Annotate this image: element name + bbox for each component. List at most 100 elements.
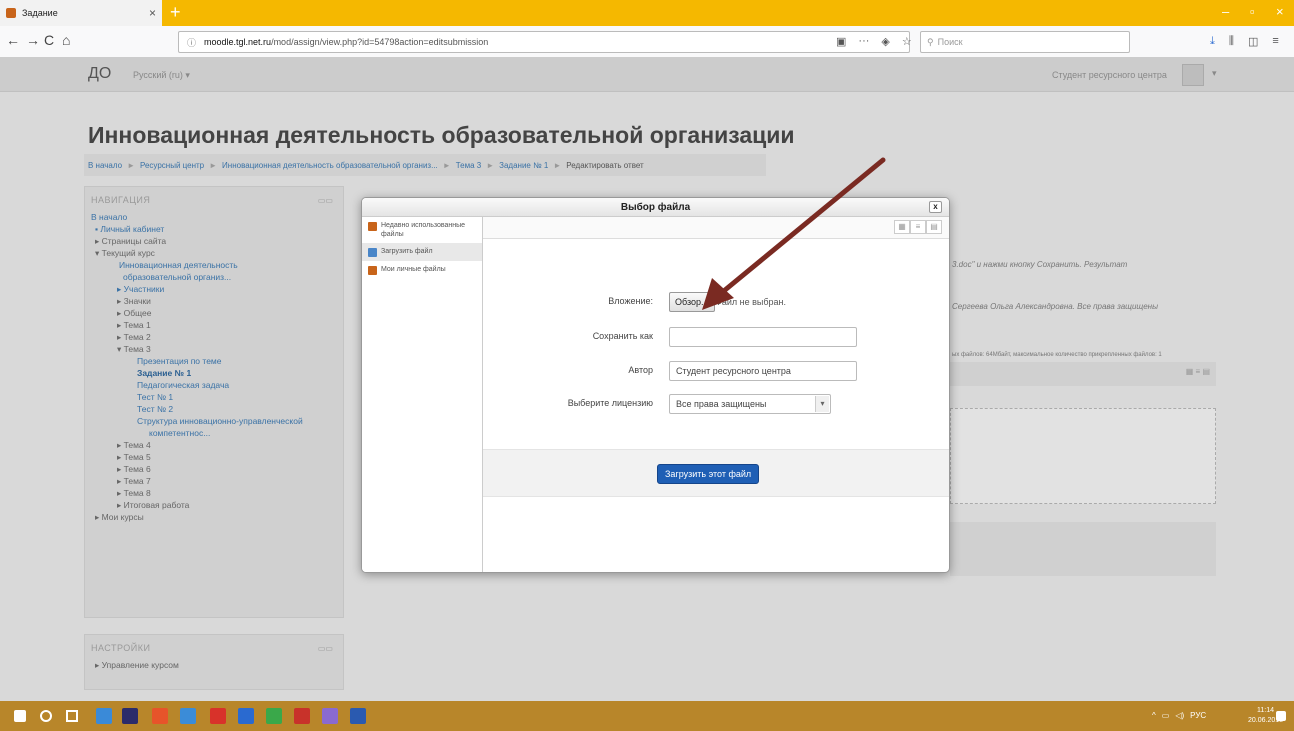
breadcrumb-item[interactable]: В начало [88, 161, 122, 170]
forward-button[interactable]: → [26, 32, 40, 48]
nav-item-topic-6[interactable]: ▸ Тема 6 [91, 463, 337, 475]
address-actions: ▣ ··· ◈ ☆ [836, 35, 912, 48]
bookmark-star-icon[interactable]: ☆ [902, 35, 912, 48]
nav-item-course[interactable]: Инновационная деятельность [91, 259, 337, 271]
nav-item-site-pages[interactable]: ▸ Страницы сайта [91, 235, 337, 247]
browse-button[interactable]: Обзор... [669, 292, 715, 312]
breadcrumb-separator-icon: ► [209, 160, 218, 170]
dialog-close-button[interactable]: x [929, 201, 942, 213]
repo-recent-files[interactable]: Недавно использованные файлы [362, 217, 482, 243]
nav-item-my-courses[interactable]: ▸ Мои курсы [91, 511, 337, 523]
page-actions-icon[interactable]: ··· [858, 35, 869, 48]
firefox-icon[interactable] [152, 708, 168, 724]
app-icon[interactable] [238, 708, 254, 724]
nav-item-structure-cont[interactable]: компетентнос... [91, 427, 337, 439]
network-icon[interactable]: ▭ [1162, 711, 1170, 720]
address-bar[interactable]: ⓘ moodle.tgl.net.ru/mod/assign/view.php?… [178, 31, 910, 53]
start-icon[interactable] [14, 710, 26, 722]
nav-item-final-work[interactable]: ▸ Итоговая работа [91, 499, 337, 511]
home-button[interactable]: ⌂ [62, 32, 70, 48]
nav-item-current-course[interactable]: ▾ Текущий курс [91, 247, 337, 259]
nav-item-participants[interactable]: ▸ Участники [91, 283, 337, 295]
chevron-up-icon[interactable]: ^ [1152, 711, 1156, 720]
photoshop-icon[interactable] [122, 708, 138, 724]
reload-button[interactable]: C [44, 32, 54, 48]
tab-close-icon[interactable]: × [149, 6, 156, 20]
app-icon[interactable] [294, 708, 310, 724]
language-indicator[interactable]: РУС [1190, 711, 1206, 720]
user-name[interactable]: Студент ресурсного центра [1052, 70, 1167, 80]
repo-private-files[interactable]: Мои личные файлы [362, 261, 482, 279]
menu-icon[interactable]: ≡ [1272, 35, 1278, 48]
block-dock-icon[interactable]: ▭▭ [318, 196, 333, 205]
list-view-icon[interactable]: ≡ [910, 220, 926, 234]
explorer-icon[interactable] [180, 708, 196, 724]
nav-item-topic-8[interactable]: ▸ Тема 8 [91, 487, 337, 499]
upload-file-button[interactable]: Загрузить этот файл [657, 464, 760, 484]
author-input[interactable]: Студент ресурсного центра [669, 361, 857, 381]
avatar[interactable] [1182, 64, 1204, 86]
user-menu-caret-icon[interactable]: ▾ [1212, 68, 1217, 79]
breadcrumb-item[interactable]: Инновационная деятельность образовательн… [222, 161, 438, 170]
breadcrumb-item[interactable]: Задание № 1 [499, 161, 548, 170]
nav-item-badges[interactable]: ▸ Значки [91, 295, 337, 307]
edge-icon[interactable] [96, 708, 112, 724]
nav-item-topic-7[interactable]: ▸ Тема 7 [91, 475, 337, 487]
back-button[interactable]: ← [6, 32, 20, 48]
sidebar-icon[interactable]: ◫ [1248, 35, 1258, 48]
maximize-icon[interactable]: ▫ [1250, 4, 1255, 19]
word-icon[interactable] [350, 708, 366, 724]
nav-item-home[interactable]: В начало [91, 211, 337, 223]
nav-item-topic-3[interactable]: ▾ Тема 3 [91, 343, 337, 355]
search-icon[interactable] [40, 710, 52, 722]
upload-icon [368, 248, 377, 257]
nav-item-presentation[interactable]: Презентация по теме [91, 355, 337, 367]
repo-upload-file[interactable]: Загрузить файл [362, 243, 482, 261]
search-input[interactable]: ⚲ Поиск [920, 31, 1130, 53]
nav-item-test-1[interactable]: Тест № 1 [91, 391, 337, 403]
file-drop-area[interactable] [950, 408, 1216, 504]
acrobat-icon[interactable] [210, 708, 226, 724]
app-icon[interactable] [322, 708, 338, 724]
site-brand[interactable]: ДО [88, 65, 111, 83]
nav-item-topic-1[interactable]: ▸ Тема 1 [91, 319, 337, 331]
browser-tab[interactable]: Задание × [0, 0, 162, 26]
icons-view-icon[interactable]: ▦ [894, 220, 910, 234]
nav-item-topic-4[interactable]: ▸ Тема 4 [91, 439, 337, 451]
info-icon[interactable]: ⓘ [187, 36, 196, 49]
breadcrumb-item[interactable]: Ресурсный центр [140, 161, 204, 170]
settings-item-course-admin[interactable]: ▸ Управление курсом [91, 659, 337, 671]
app-icon[interactable] [266, 708, 282, 724]
nav-item-structure[interactable]: Структура инновационно-управленческой [91, 415, 337, 427]
browser-navbar: ← → C ⌂ ⓘ moodle.tgl.net.ru/mod/assign/v… [0, 26, 1294, 58]
downloads-icon[interactable]: ⤓ [1210, 35, 1215, 48]
pocket-icon[interactable]: ◈ [881, 35, 889, 48]
reader-view-icon[interactable]: ▣ [836, 35, 846, 48]
library-icon[interactable]: ⫼ [1229, 35, 1234, 48]
minimize-icon[interactable]: – [1222, 4, 1229, 19]
nav-item-assignment-1[interactable]: Задание № 1 [91, 367, 337, 379]
task-view-icon[interactable] [66, 710, 78, 722]
nav-item-topic-5[interactable]: ▸ Тема 5 [91, 451, 337, 463]
nav-item-pedagogical-task[interactable]: Педагогическая задача [91, 379, 337, 391]
nav-item-topic-2[interactable]: ▸ Тема 2 [91, 331, 337, 343]
block-dock-icon[interactable]: ▭▭ [318, 644, 333, 653]
nav-item-test-2[interactable]: Тест № 2 [91, 403, 337, 415]
window-close-icon[interactable]: × [1276, 4, 1284, 19]
license-select[interactable]: Все права защищены ▾ [669, 394, 831, 414]
volume-icon[interactable]: ◁) [1175, 711, 1184, 720]
save-as-input[interactable] [669, 327, 857, 347]
language-menu[interactable]: Русский (ru) ▾ [133, 70, 190, 81]
dialog-header: Выбор файла x [362, 198, 949, 217]
view-mode-icons[interactable]: ▦ ≡ ▤ [1186, 367, 1210, 376]
new-tab-button[interactable]: + [170, 2, 181, 23]
nav-item-dashboard[interactable]: ▪ Личный кабинет [91, 223, 337, 235]
nav-item-general[interactable]: ▸ Общее [91, 307, 337, 319]
notifications-icon[interactable] [1276, 711, 1286, 721]
dialog-title: Выбор файла [620, 202, 691, 213]
nav-item-course-cont[interactable]: образовательной организ... [91, 271, 337, 283]
system-tray: ^ ▭ ◁) РУС [1152, 711, 1206, 720]
breadcrumb-item[interactable]: Тема 3 [456, 161, 482, 170]
author-label: Автор [628, 365, 653, 375]
tree-view-icon[interactable]: ▤ [926, 220, 942, 234]
